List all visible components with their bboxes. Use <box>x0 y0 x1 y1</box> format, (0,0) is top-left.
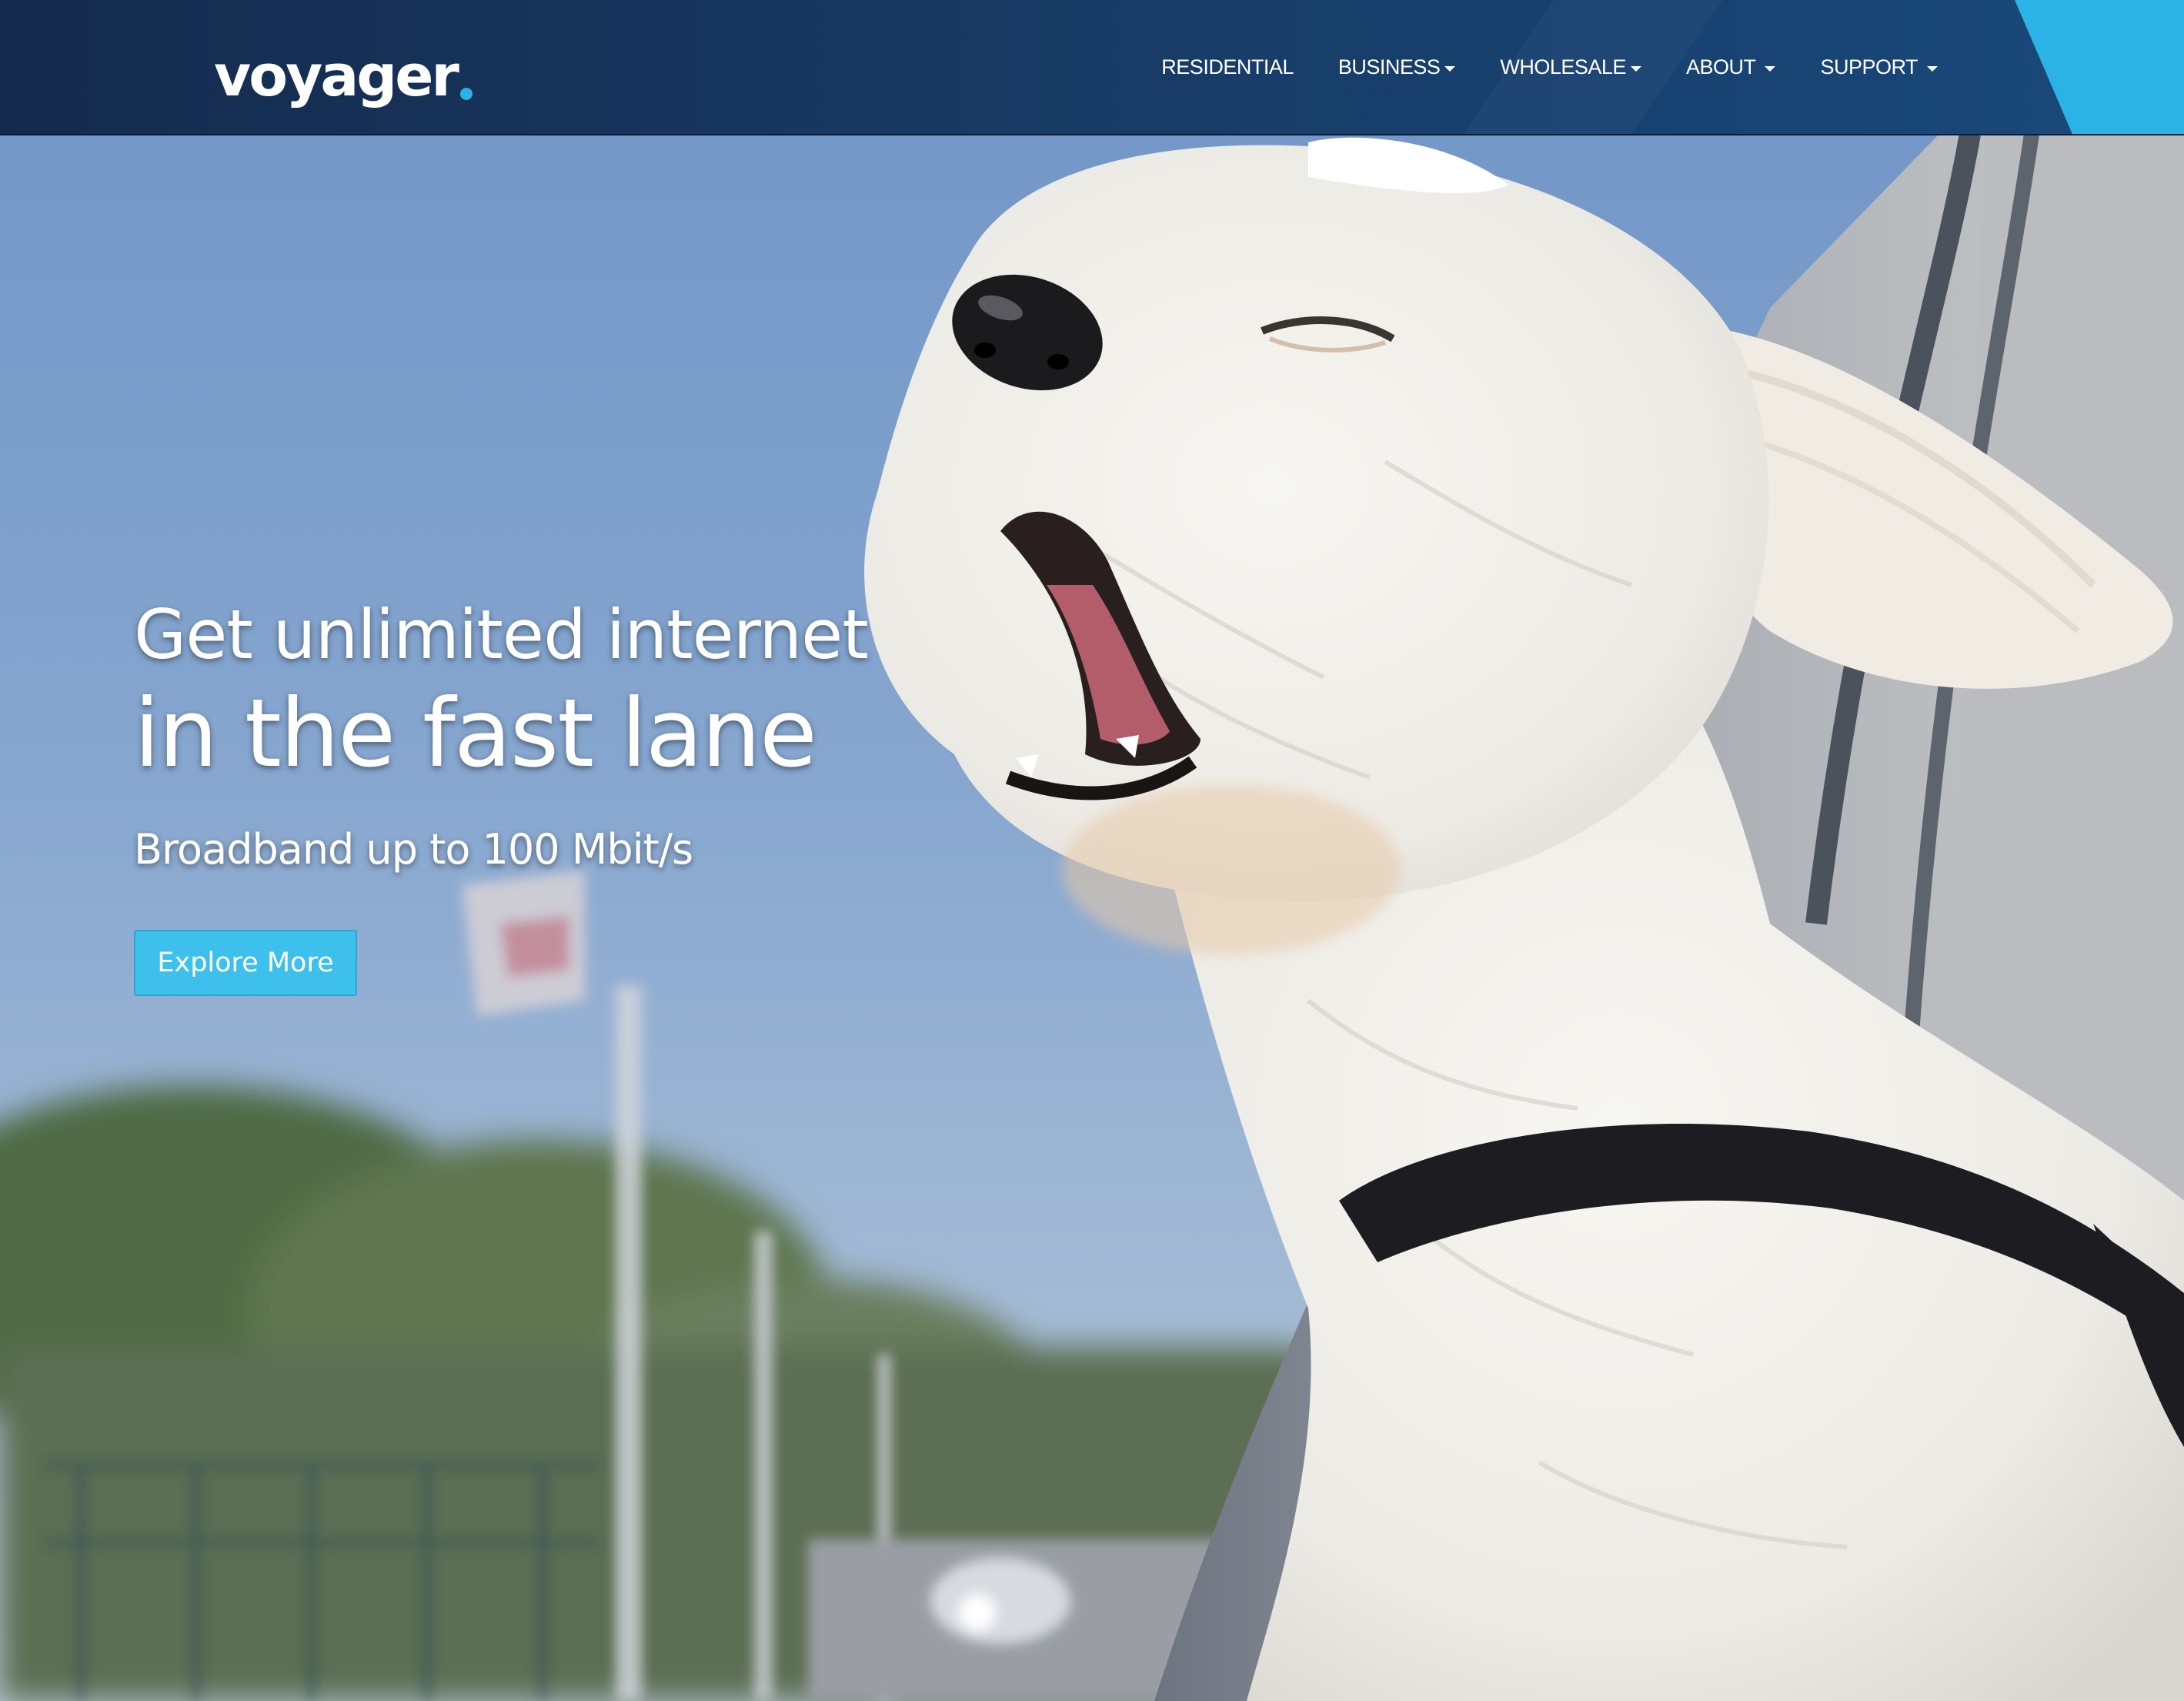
navbar-accent-corner <box>2015 0 2184 134</box>
main-nav: RESIDENTIAL BUSINESS WHOLESALE ABOUT SUP… <box>1117 0 1938 134</box>
nav-item-wholesale[interactable]: WHOLESALE <box>1500 55 1641 79</box>
nav-item-residential[interactable]: RESIDENTIAL <box>1161 55 1294 79</box>
nav-item-business[interactable]: BUSINESS <box>1338 55 1456 79</box>
top-navbar: voyager RESIDENTIAL BUSINESS WHOLESALE A… <box>0 0 2184 135</box>
logo-wordmark: voyager <box>214 43 459 109</box>
caret-down-icon <box>1765 65 1776 72</box>
caret-down-icon <box>1927 65 1938 72</box>
voyager-logo[interactable]: voyager <box>214 28 473 105</box>
logo-dot <box>459 88 473 100</box>
hero-headline-line-2: in the fast lane <box>134 679 817 788</box>
hero-subheadline: Broadband up to 100 Mbit/s <box>134 825 693 874</box>
nav-item-label: SUPPORT <box>1820 55 1918 79</box>
hero-copy: Get unlimited internet in the fast lane … <box>134 589 869 877</box>
caret-down-icon <box>1630 65 1641 72</box>
nav-item-about[interactable]: ABOUT <box>1686 55 1776 79</box>
explore-more-button[interactable]: Explore More <box>134 930 357 996</box>
nav-item-label: RESIDENTIAL <box>1161 55 1294 79</box>
nav-item-label: WHOLESALE <box>1500 55 1626 79</box>
nav-item-label: BUSINESS <box>1337 55 1441 79</box>
nav-item-label: ABOUT <box>1685 55 1756 79</box>
caret-down-icon <box>1444 65 1456 72</box>
hero-headline-line-1: Get unlimited internet <box>134 595 869 674</box>
page: voyager RESIDENTIAL BUSINESS WHOLESALE A… <box>0 0 2184 1701</box>
nav-item-support[interactable]: SUPPORT <box>1820 55 1938 79</box>
